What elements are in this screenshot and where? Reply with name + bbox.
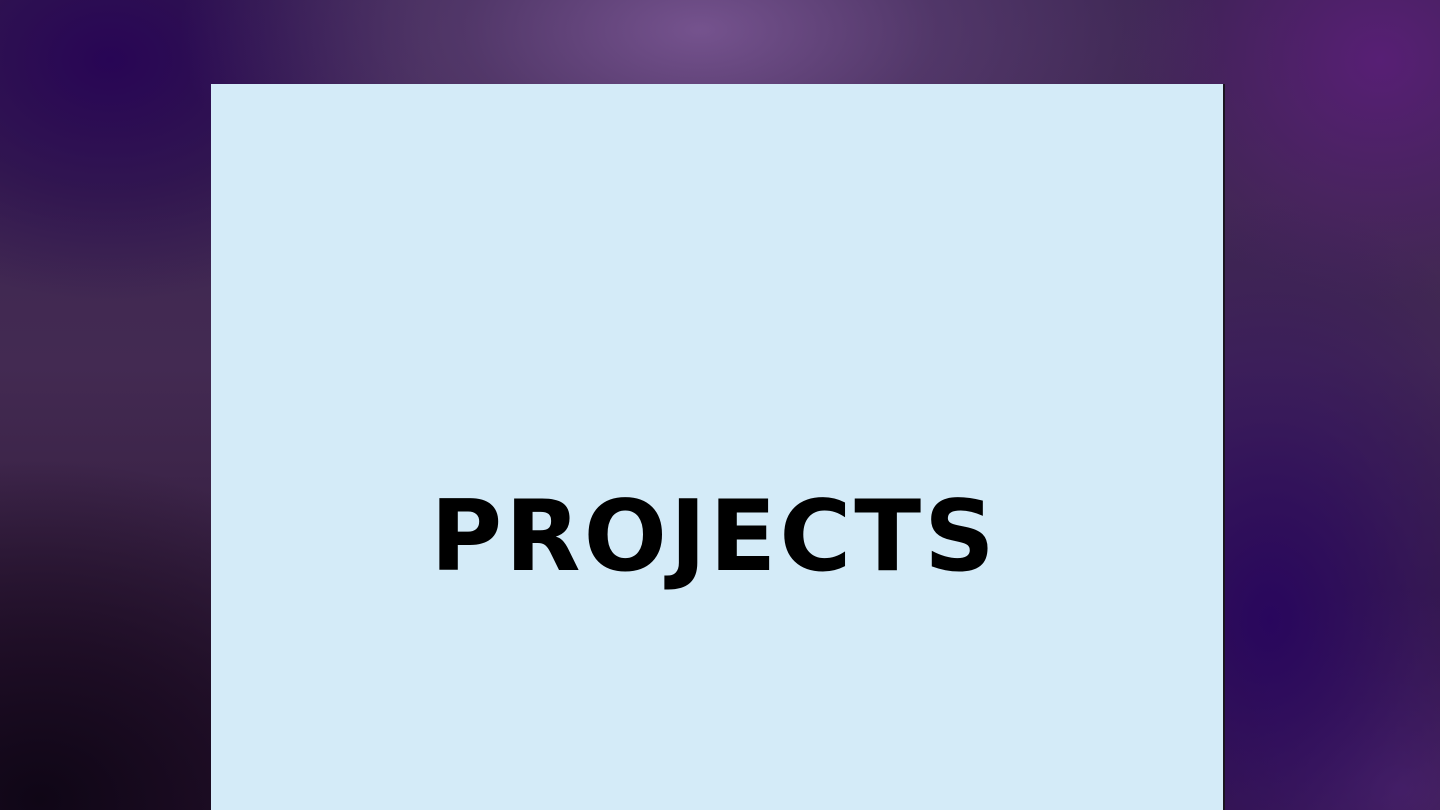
slide-panel: PROJECTS [211, 84, 1225, 810]
section-title: PROJECTS [430, 480, 998, 594]
